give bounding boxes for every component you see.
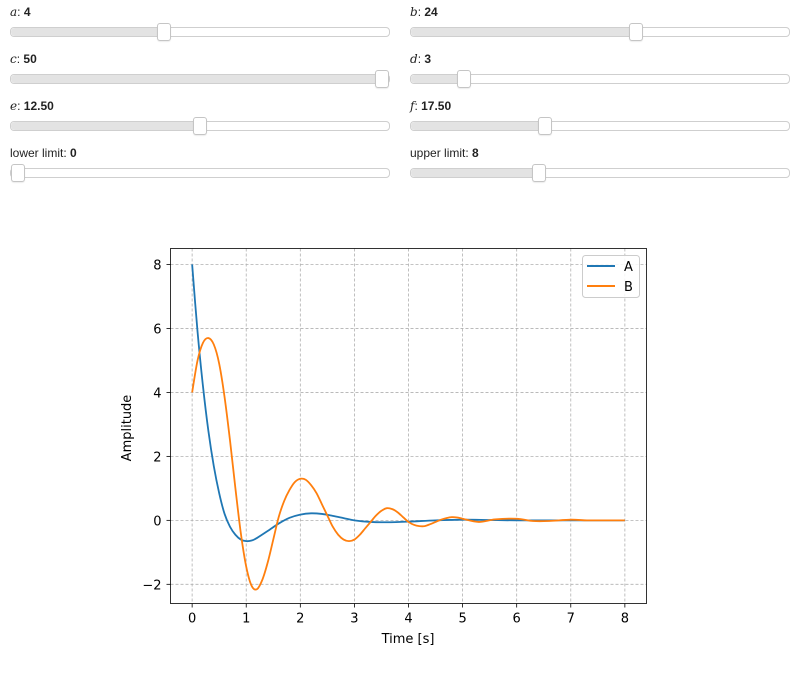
x-tick-label: 2 bbox=[296, 612, 304, 627]
x-tick-label: 8 bbox=[621, 612, 629, 627]
x-tick-label: 3 bbox=[350, 612, 358, 627]
x-tick-label: 6 bbox=[513, 612, 521, 627]
y-tick-label: 4 bbox=[153, 386, 161, 401]
x-tick-label: 7 bbox=[567, 612, 575, 627]
y-tick-label: 6 bbox=[153, 322, 161, 337]
x-tick-label: 0 bbox=[188, 612, 196, 627]
x-tick-label: 1 bbox=[242, 612, 250, 627]
y-tick-label: 0 bbox=[153, 514, 161, 529]
axis-ticks: 0 1 2 3 4 5 6 7 8 −2 0 2 4 6 8 bbox=[142, 258, 629, 626]
amplitude-chart: 0 1 2 3 4 5 6 7 8 −2 0 2 4 6 8 Time [s] Amplitude A B bbox=[120, 248, 647, 647]
x-tick-label: 5 bbox=[458, 612, 466, 627]
y-axis-label: Amplitude bbox=[120, 395, 135, 462]
y-tick-label: 2 bbox=[153, 450, 161, 465]
grid-lines bbox=[170, 248, 647, 604]
y-tick-label: −2 bbox=[142, 578, 161, 593]
x-axis-label: Time [s] bbox=[381, 632, 435, 647]
x-tick-label: 4 bbox=[404, 612, 412, 627]
y-tick-label: 8 bbox=[153, 258, 161, 273]
legend-label-b: B bbox=[624, 280, 633, 295]
legend: A B bbox=[582, 255, 640, 298]
legend-label-a: A bbox=[624, 260, 633, 275]
